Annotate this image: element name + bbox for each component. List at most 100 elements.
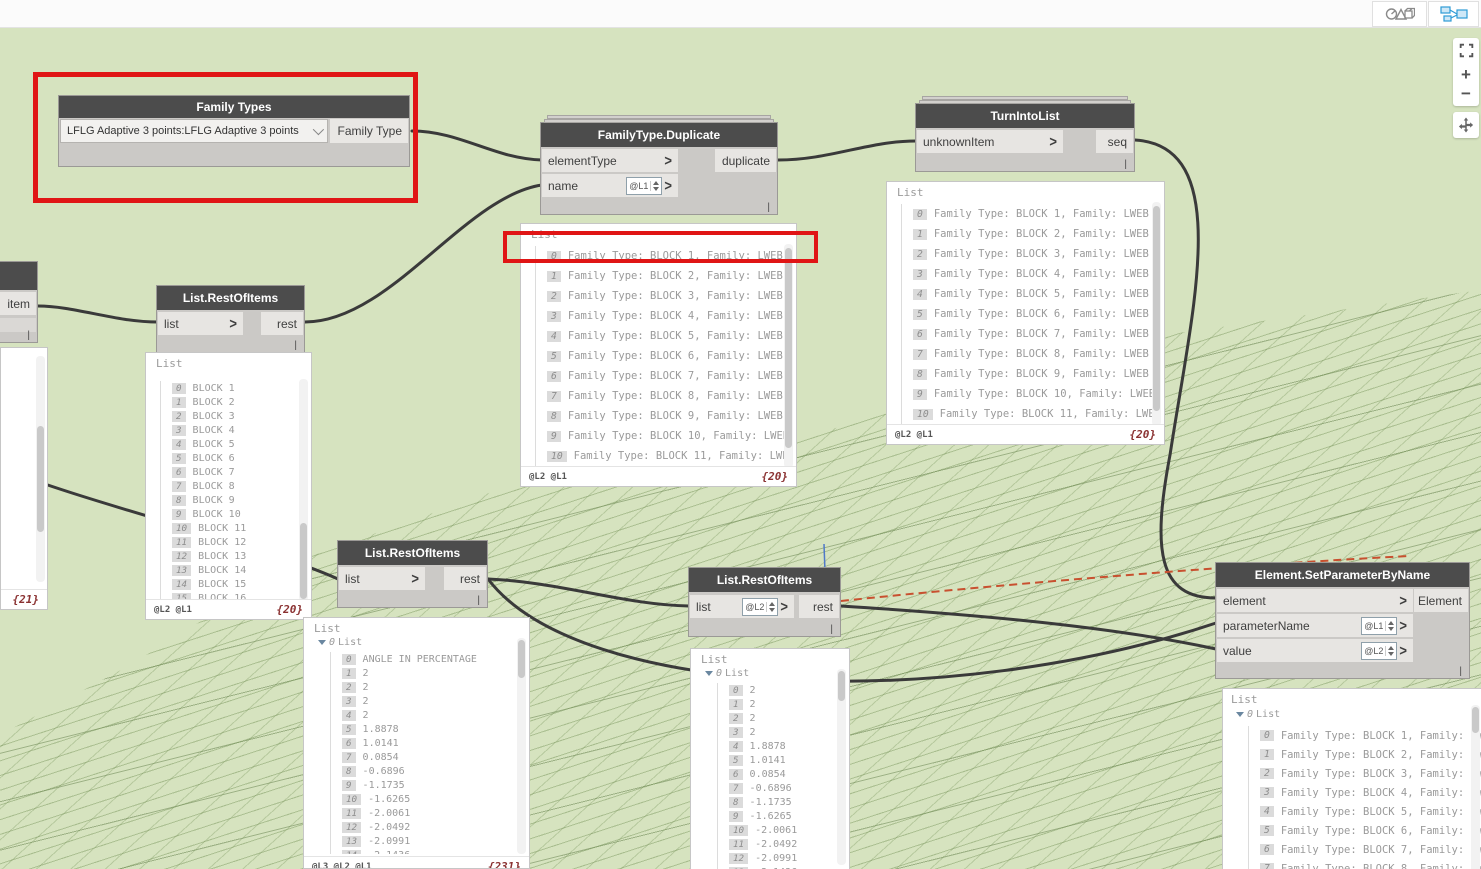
preview-turnintolist-list[interactable]: List 0 Family Type: BLOCK 1, Family: LWEB…	[886, 181, 1165, 445]
zoom-out-button[interactable]: −	[1461, 85, 1471, 102]
output-port-rest[interactable]: rest	[444, 567, 486, 590]
input-port-list[interactable]: list >	[339, 567, 425, 590]
port-label: elementType	[548, 153, 617, 168]
sublist-header[interactable]: 0 List	[1236, 709, 1280, 720]
output-port-rest[interactable]: rest	[799, 595, 839, 618]
list-item-text: Family Type: BLOCK 4, Family: LWEB	[567, 310, 783, 322]
input-port-value[interactable]: value @L2 >	[1217, 639, 1413, 662]
scrollbar[interactable]	[1152, 202, 1161, 426]
node-list-restofitems-bottom[interactable]: List.RestOfItems list > rest |	[337, 540, 488, 608]
node-title[interactable]: List.RestOfItems	[157, 286, 304, 310]
highlight-box-family-types	[33, 72, 418, 203]
port-arrow-icon: >	[1399, 641, 1407, 660]
scrollbar-thumb[interactable]	[518, 640, 525, 678]
list-item: 2 Family Type: BLOCK 3, Family: LWEB	[547, 286, 784, 306]
list-index-badge: 11	[729, 838, 749, 850]
scrollbar-thumb[interactable]	[37, 426, 44, 532]
sublist-header[interactable]: 0 List	[318, 637, 362, 648]
node-title[interactable]: List.RestOfItems	[689, 568, 840, 592]
spinner-arrows-icon[interactable]	[1385, 645, 1395, 656]
list-index-badge: 8	[913, 368, 927, 380]
output-port-rest[interactable]: rest	[261, 312, 303, 335]
input-port-elementtype[interactable]: elementType >	[542, 149, 678, 172]
list-item: 0 ANGLE IN PERCENTAGE	[342, 652, 517, 666]
scrollbar[interactable]	[1471, 705, 1480, 869]
node-title[interactable]: TurnIntoList	[916, 104, 1134, 128]
sublist-header[interactable]: 0 List	[705, 668, 749, 679]
list-item-text: BLOCK 5	[192, 438, 235, 450]
node-list-restofitems-left[interactable]: List.RestOfItems list > rest |	[156, 285, 305, 353]
list-index-badge: 10	[913, 408, 933, 420]
input-port-name[interactable]: name @L1 >	[542, 174, 678, 197]
wire-rest-to-list-mid[interactable]	[486, 577, 691, 608]
fit-view-button[interactable]	[1459, 43, 1474, 63]
geometry-view-button[interactable]	[1372, 1, 1427, 27]
scrollbar[interactable]	[299, 379, 308, 601]
wire-rest-to-value[interactable]	[839, 604, 1218, 651]
spinner-arrows-icon[interactable]	[766, 601, 776, 612]
scrollbar-thumb[interactable]	[1153, 206, 1160, 411]
input-port-list[interactable]: list >	[158, 312, 243, 335]
node-title[interactable]: List.RestOfItems	[338, 541, 487, 565]
scrollbar[interactable]	[784, 244, 793, 468]
spinner-arrows-icon[interactable]	[650, 180, 660, 191]
port-arrow-icon: >	[780, 597, 788, 616]
output-port-item[interactable]: item	[0, 292, 36, 315]
wire-duplicate-to-unknownitem[interactable]	[776, 139, 918, 162]
preview-angles-list[interactable]: List 0 List 0 ANGLE IN PERCENTAGE 1 2 2 2 3 2 4 2…	[303, 617, 530, 869]
output-port-duplicate[interactable]: duplicate	[715, 149, 776, 172]
collapse-triangle-icon[interactable]	[1236, 712, 1244, 717]
output-port-seq[interactable]: seq	[1096, 130, 1133, 153]
preview-footer: {21}	[1, 589, 47, 609]
lacing-spinner[interactable]: @L1	[626, 176, 663, 195]
list-item: 10 Family Type: BLOCK 11, Family: LWEB	[547, 446, 784, 466]
preview-values-list[interactable]: List 0 List 0 2 1 2 2 2 3 2 4 1.8878 5 1.0141 6 0.085…	[690, 648, 850, 869]
node-partial-header[interactable]: n	[0, 262, 37, 290]
lacing-spinner[interactable]: @L1	[1361, 616, 1398, 635]
node-familytype-duplicate[interactable]: FamilyType.Duplicate elementType > name …	[540, 115, 778, 215]
list-item-text: Family Type: BLOCK 8, Family: LWEB	[933, 348, 1149, 360]
list-count: {20}	[761, 470, 789, 483]
zoom-in-button[interactable]: +	[1461, 66, 1471, 83]
list-index-badge: 3	[913, 268, 927, 280]
wire-familytype-to-elementtype[interactable]	[410, 129, 544, 162]
input-port-list[interactable]: list @L2 >	[690, 595, 794, 618]
list-item-text: BLOCK 12	[198, 536, 247, 548]
list-item-text: 2	[749, 712, 756, 724]
preview-blocks-list[interactable]: List 0 BLOCK 1 1 BLOCK 2 2 BLOCK 3 3 BLOCK 4 4 BL…	[145, 352, 312, 620]
scrollbar-thumb[interactable]	[300, 523, 307, 599]
lacing-spinner[interactable]: @L2	[742, 597, 779, 616]
input-port-parametername[interactable]: parameterName @L1 >	[1217, 614, 1413, 637]
preview-results-list[interactable]: List 0 List 0 Family Type: BLOCK 1, Famil…	[1222, 688, 1481, 869]
node-title[interactable]: FamilyType.Duplicate	[541, 123, 777, 147]
list-item-text: Family Type: BLOCK 5, Family: LWEB	[567, 330, 783, 342]
list-item: 6 Family Type: BLOCK 7, Family: LWEB	[913, 324, 1152, 344]
scrollbar-thumb[interactable]	[1472, 707, 1479, 733]
graph-view-button[interactable]	[1428, 1, 1479, 27]
scrollbar-thumb[interactable]	[838, 671, 845, 701]
node-list-restofitems-mid[interactable]: List.RestOfItems list @L2 > rest |	[688, 567, 841, 637]
list-item: 12	[342, 666, 517, 680]
node-turnintolist[interactable]: TurnIntoList unknownItem > seq |	[915, 96, 1135, 172]
scrollbar-thumb[interactable]	[785, 248, 792, 448]
output-port-element[interactable]: Element	[1414, 589, 1468, 612]
input-port-unknownitem[interactable]: unknownItem >	[917, 130, 1063, 153]
list-index-badge: 11	[342, 807, 362, 819]
scrollbar[interactable]	[36, 356, 45, 582]
input-port-element[interactable]: element >	[1217, 589, 1413, 612]
collapse-triangle-icon[interactable]	[705, 671, 713, 676]
lacing-spinner[interactable]: @L2	[1361, 641, 1398, 660]
dynamo-canvas[interactable]: n item | Family Types LFLG Adaptive 3 po…	[0, 0, 1481, 869]
node-title[interactable]: Element.SetParameterByName	[1216, 563, 1469, 587]
pan-button[interactable]	[1453, 112, 1479, 138]
list-item: 3 BLOCK 4	[172, 423, 299, 437]
spinner-arrows-icon[interactable]	[1385, 620, 1395, 631]
collapse-triangle-icon[interactable]	[318, 640, 326, 645]
scrollbar[interactable]	[517, 638, 526, 854]
list-item-text: -1.6265	[749, 810, 792, 822]
node-element-setparameterbyname[interactable]: Element.SetParameterByName element > par…	[1215, 562, 1470, 679]
node-partial-left[interactable]: n item |	[0, 261, 38, 343]
preview-left-list[interactable]: {21}	[0, 347, 48, 610]
scrollbar[interactable]	[837, 669, 846, 865]
wire-item-to-list[interactable]	[36, 304, 160, 324]
